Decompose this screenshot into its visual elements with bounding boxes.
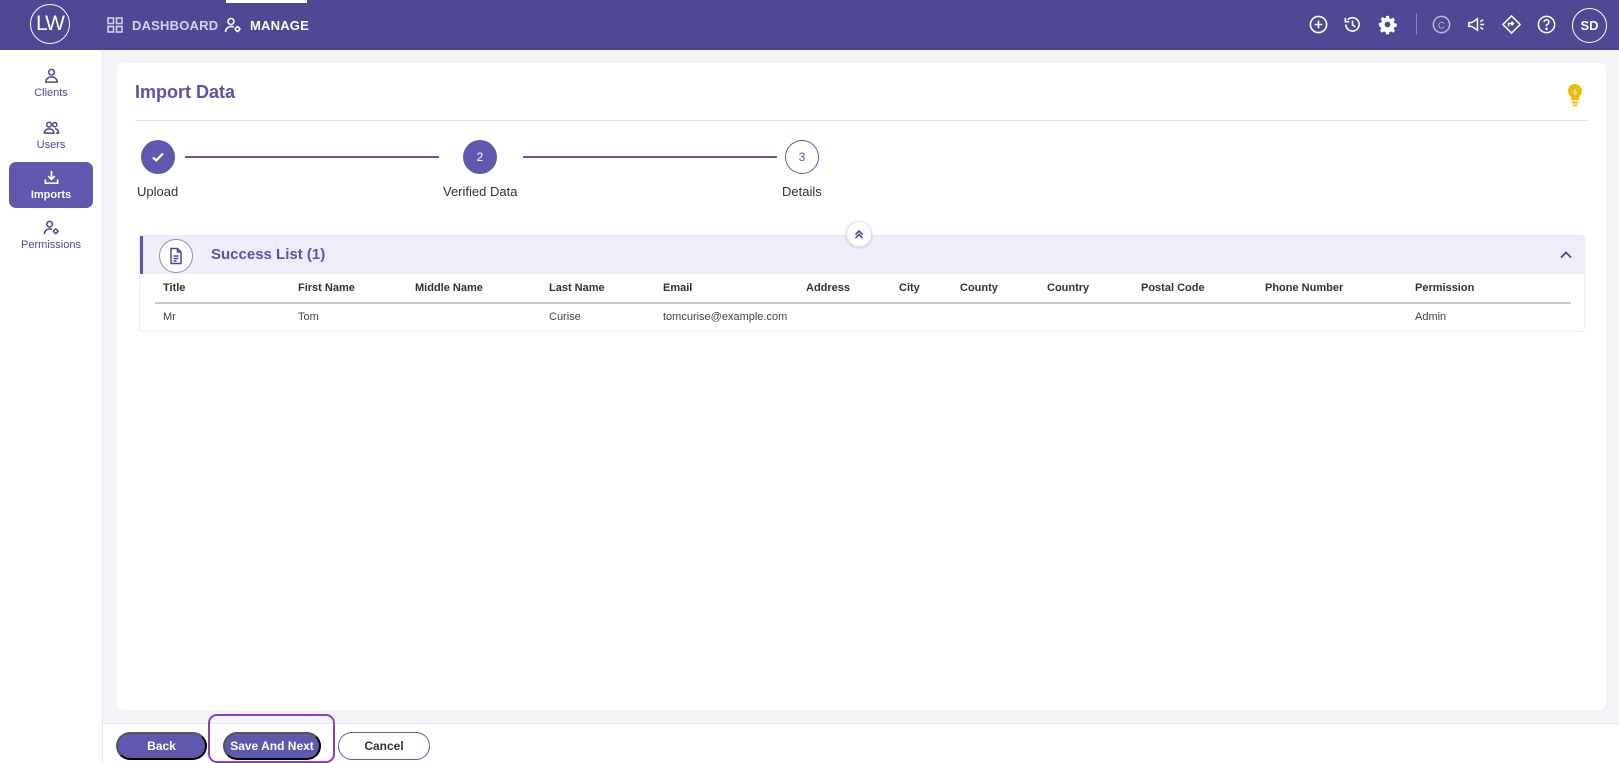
page-title: Import Data [135,82,236,102]
column-header: Country [1047,282,1090,294]
column-header: Middle Name [415,282,483,294]
title-divider [135,120,1588,121]
lightbulb-icon[interactable] [1565,83,1585,107]
cell-permission: Admin [1415,311,1447,323]
success-list-title: Success List (1) [211,246,326,263]
step-verified-circle[interactable]: 2 [463,140,497,174]
megaphone-icon [1467,16,1484,32]
column-header: Email [663,282,693,294]
settings-gear-icon [1378,15,1397,34]
people-icon [43,121,59,134]
dashboard-grid-icon [107,17,123,33]
help-icon [1537,15,1555,33]
nav-manage[interactable]: MANAGE [212,0,321,50]
column-header: City [899,282,920,294]
chevron-up-icon[interactable] [1558,247,1574,263]
settings-button[interactable] [1376,13,1398,35]
app-logo[interactable]: LW [30,4,70,44]
svg-text:C: C [1438,20,1445,31]
checkmark-icon [152,152,164,163]
top-navigation-bar: LW DASHBOARD MANAGE C SD [0,0,1619,50]
download-icon [44,170,58,185]
person-icon [44,68,58,83]
success-list-panel: Success List (1) Title First Name Middle… [139,235,1585,332]
history-button[interactable] [1341,13,1363,35]
import-data-card: Import Data Upload 2 Verified Data 3 Det… [117,63,1606,710]
sidebar-item-clients[interactable]: Clients [9,60,93,106]
step-verified-label: Verified Data [443,184,518,199]
help-button[interactable] [1535,13,1557,35]
header-divider [155,302,1571,304]
nav-dashboard[interactable]: DASHBOARD [106,0,218,50]
toolbar-divider [1416,13,1417,35]
cell-email: tomcurise@example.com [663,311,788,323]
column-header: Postal Code [1141,282,1205,294]
user-avatar[interactable]: SD [1572,8,1607,43]
sidebar-item-imports[interactable]: Imports [9,162,93,208]
document-icon-badge [159,239,193,273]
add-button[interactable] [1307,13,1329,35]
step-upload-label: Upload [137,184,179,199]
announcements-button[interactable] [1465,13,1487,35]
column-header: Phone Number [1265,282,1344,294]
double-chevron-up-icon [854,229,864,239]
coin-icon: C [1432,15,1450,33]
column-header: Title [163,282,186,294]
sidebar-item-label: Users [36,139,66,151]
directions-icon [1501,14,1521,34]
step-connector [185,156,439,158]
cell-first-name: Tom [298,311,319,323]
column-header: County [960,282,998,294]
add-circle-icon [1309,15,1327,33]
column-header: Permission [1415,282,1475,294]
coins-button[interactable]: C [1430,13,1452,35]
sidebar-item-users[interactable]: Users [9,112,93,158]
nav-dashboard-label: DASHBOARD [132,17,219,33]
sidebar-item-label: Imports [30,189,72,201]
step-upload-circle[interactable] [141,140,175,174]
history-icon [1344,16,1360,32]
focus-highlight [208,714,335,763]
step-connector [523,156,777,158]
document-icon [170,247,182,265]
nav-manage-label: MANAGE [250,17,309,33]
back-button[interactable]: Back [116,732,207,760]
collapse-stepper-button[interactable] [846,221,872,247]
sidebar-item-label: Permissions [21,239,81,251]
sidebar-item-permissions[interactable]: Permissions [9,212,93,258]
cell-title: Mr [163,311,176,323]
step-details-circle[interactable]: 3 [785,140,819,174]
sidebar-item-label: Clients [34,87,68,99]
cancel-button[interactable]: Cancel [338,732,430,760]
user-gear-icon [224,17,241,33]
column-header: First Name [298,282,355,294]
directions-button[interactable] [1500,13,1522,35]
sidebar: Clients Users Imports Permissions [0,50,103,763]
step-details-label: Details [782,184,822,199]
column-header: Address [806,282,851,294]
cell-last-name: Curise [549,311,581,323]
column-header: Last Name [549,282,605,294]
user-gear-icon [43,220,59,235]
